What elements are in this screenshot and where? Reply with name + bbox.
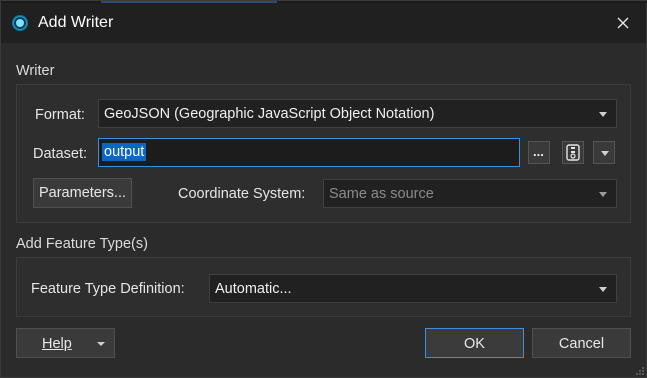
cancel-label: Cancel [558, 336, 605, 352]
parameters-label: Parameters... [38, 185, 127, 201]
ok-button[interactable]: OK [425, 328, 524, 358]
chevron-down-icon [599, 287, 607, 292]
browse-button[interactable]: ... [528, 141, 550, 164]
coordinate-system-value: Same as source [329, 186, 434, 202]
close-button[interactable] [607, 9, 639, 37]
chevron-down-icon [601, 151, 609, 156]
archive-button[interactable] [562, 141, 584, 164]
writer-section-label: Writer [16, 63, 55, 79]
cancel-button[interactable]: Cancel [532, 328, 631, 358]
add-writer-dialog: Add Writer Writer Format: GeoJSON (Geogr… [0, 0, 647, 378]
help-button[interactable]: Help [16, 328, 115, 358]
feature-types-section-label: Add Feature Type(s) [16, 236, 148, 252]
parameters-button[interactable]: Parameters... [33, 178, 132, 208]
coordinate-system-select[interactable]: Same as source [323, 179, 617, 208]
close-icon [617, 17, 629, 29]
resize-grip-icon[interactable] [635, 366, 645, 376]
dataset-input[interactable]: output [98, 138, 520, 167]
feature-type-definition-value: Automatic... [215, 281, 292, 297]
dataset-options-button[interactable] [593, 141, 615, 164]
chevron-down-icon [599, 112, 607, 117]
coordinate-system-label: Coordinate System: [178, 186, 306, 202]
browse-label: ... [533, 144, 544, 159]
dataset-value: output [102, 143, 147, 161]
zip-archive-icon [566, 144, 580, 161]
dataset-label: Dataset: [33, 146, 87, 162]
format-value: GeoJSON (Geographic JavaScript Object No… [104, 106, 435, 122]
ok-label: OK [464, 336, 485, 352]
chevron-down-icon [97, 342, 105, 346]
help-label: Help [42, 336, 72, 352]
dialog-title: Add Writer [38, 14, 114, 31]
title-bar: Add Writer [1, 3, 646, 43]
writer-group: Format: GeoJSON (Geographic JavaScript O… [16, 84, 631, 223]
chevron-down-icon [599, 192, 607, 197]
fme-app-icon [12, 15, 28, 31]
feature-type-definition-label: Feature Type Definition: [31, 281, 185, 297]
feature-type-definition-select[interactable]: Automatic... [209, 274, 617, 303]
format-label: Format: [35, 107, 85, 123]
format-select[interactable]: GeoJSON (Geographic JavaScript Object No… [98, 99, 617, 128]
feature-types-group: Feature Type Definition: Automatic... [16, 257, 631, 317]
